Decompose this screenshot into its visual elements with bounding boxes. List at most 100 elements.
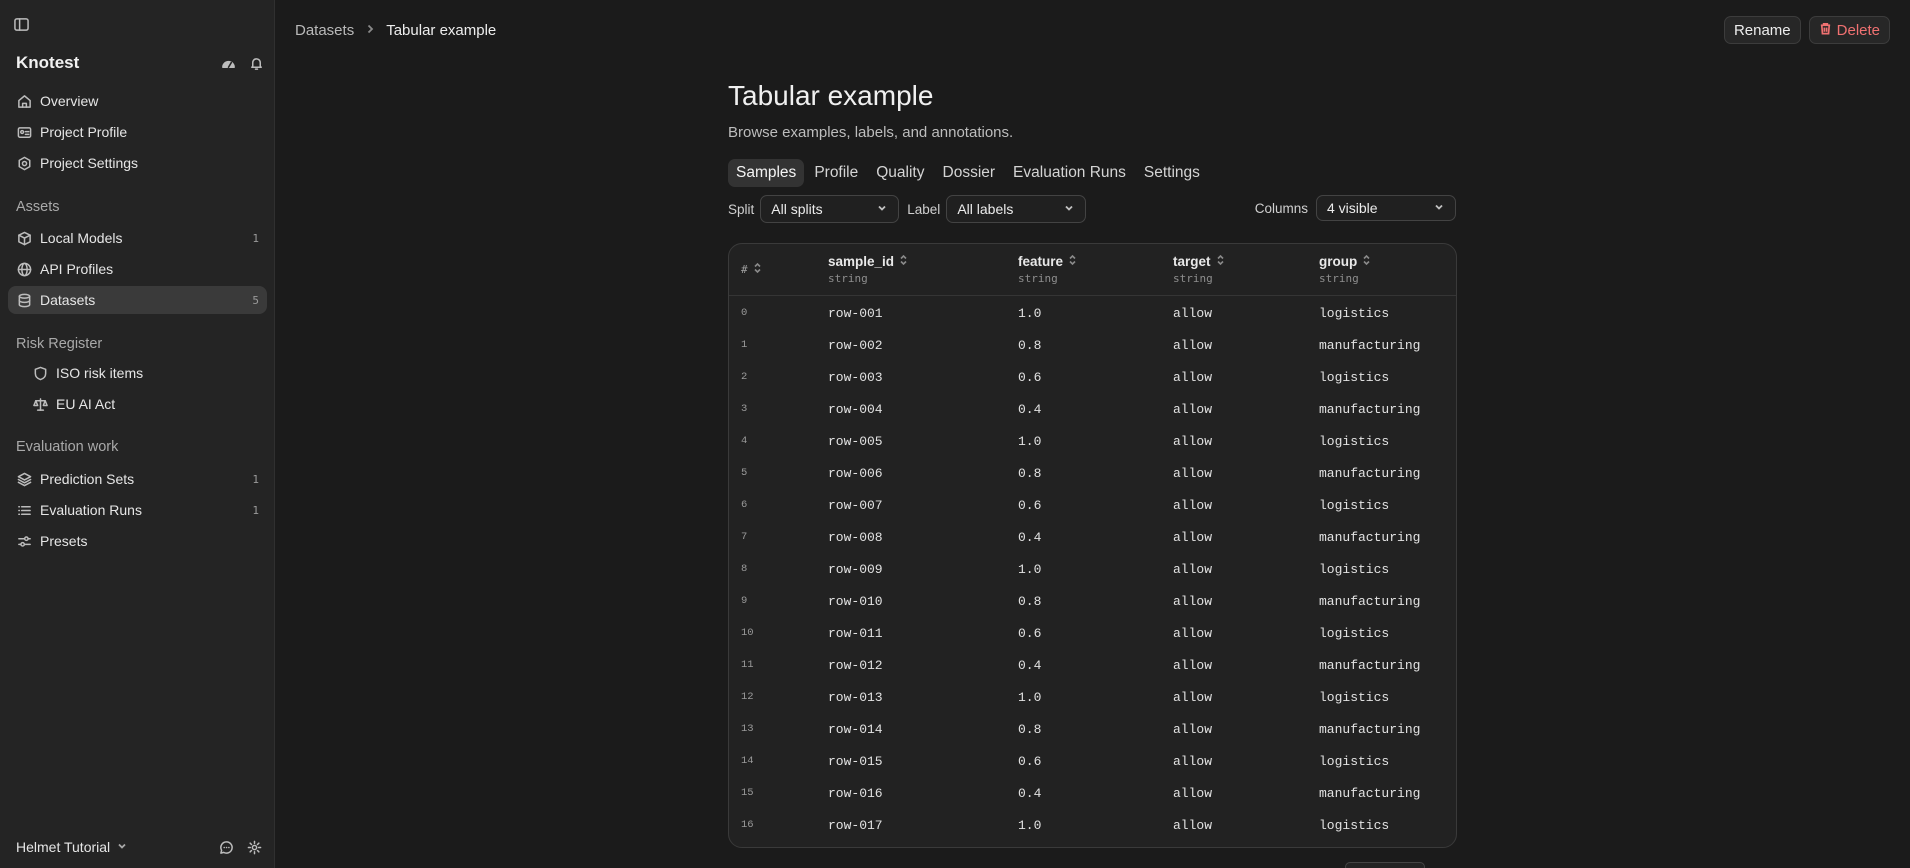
sidebar-item-overview[interactable]: Overview — [8, 87, 267, 115]
cell-group: logistics — [1319, 689, 1390, 705]
group-title-assets: Assets — [16, 199, 60, 215]
cell-group: logistics — [1319, 625, 1390, 641]
cell-sample-id: row-014 — [828, 721, 883, 737]
pagination-control[interactable] — [1345, 862, 1425, 868]
table-row[interactable]: 4 row-005 1.0 allow logistics — [729, 425, 1456, 457]
cell-group: logistics — [1319, 561, 1390, 577]
table-row[interactable]: 14 row-015 0.6 allow logistics — [729, 745, 1456, 777]
table-row[interactable]: 2 row-003 0.6 allow logistics — [729, 361, 1456, 393]
cell-group: logistics — [1319, 433, 1390, 449]
workspace-switcher[interactable]: Helmet Tutorial — [16, 839, 218, 855]
tab-profile[interactable]: Profile — [806, 159, 866, 187]
sidebar-item-project-profile[interactable]: Project Profile — [8, 118, 267, 146]
project-name: Knotest — [16, 53, 80, 72]
sidebar-item-evaluation-runs[interactable]: Evaluation Runs 1 — [8, 496, 267, 524]
sidebar-toggle-icon[interactable] — [13, 16, 29, 32]
cell-feature: 0.8 — [1018, 593, 1042, 609]
filter-bar: Split All splits Label All labels — [728, 195, 1087, 223]
cell-group: manufacturing — [1319, 785, 1421, 801]
tab-quality[interactable]: Quality — [868, 159, 932, 187]
table-row[interactable]: 12 row-013 1.0 allow logistics — [729, 681, 1456, 713]
column-header-index[interactable]: # — [741, 262, 762, 277]
column-type: string — [828, 272, 868, 285]
sidebar-item-eu-ai-act[interactable]: EU AI Act — [8, 390, 267, 418]
cell-feature: 0.8 — [1018, 465, 1042, 481]
scale-icon — [32, 396, 48, 412]
table-row[interactable]: 10 row-011 0.6 allow logistics — [729, 617, 1456, 649]
sort-icon — [1362, 254, 1371, 269]
table-row[interactable]: 7 row-008 0.4 allow manufacturing — [729, 521, 1456, 553]
column-name: group — [1319, 254, 1358, 269]
delete-button[interactable]: Delete — [1808, 16, 1890, 44]
chevron-down-icon — [876, 201, 888, 217]
sidebar-item-label: Project Settings — [40, 155, 139, 171]
column-header-group[interactable]: group string — [1319, 254, 1371, 285]
sidebar-item-presets[interactable]: Presets — [8, 527, 267, 555]
tab-settings[interactable]: Settings — [1136, 159, 1208, 187]
table-row[interactable]: 5 row-006 0.8 allow manufacturing — [729, 457, 1456, 489]
cell-target: allow — [1173, 721, 1213, 737]
column-type: string — [1018, 272, 1058, 285]
cell-target: allow — [1173, 401, 1213, 417]
table-row[interactable]: 13 row-014 0.8 allow manufacturing — [729, 713, 1456, 745]
count-badge: 1 — [252, 472, 259, 486]
rename-button[interactable]: Rename — [1723, 16, 1801, 44]
sidebar-item-datasets[interactable]: Datasets 5 — [8, 286, 267, 314]
table-row[interactable]: 11 row-012 0.4 allow manufacturing — [729, 649, 1456, 681]
table-row[interactable]: 6 row-007 0.6 allow logistics — [729, 489, 1456, 521]
tab-samples[interactable]: Samples — [728, 159, 805, 187]
dashboard-gauge-icon[interactable] — [220, 55, 236, 71]
cell-target: allow — [1173, 529, 1213, 545]
sidebar-item-local-models[interactable]: Local Models 1 — [8, 224, 267, 252]
cell-group: manufacturing — [1319, 337, 1421, 353]
table-row[interactable]: 9 row-010 0.8 allow manufacturing — [729, 585, 1456, 617]
split-select[interactable]: All splits — [760, 195, 900, 223]
cell-target: allow — [1173, 753, 1213, 769]
bell-icon[interactable] — [248, 55, 264, 71]
cell-feature: 0.8 — [1018, 337, 1042, 353]
trash-icon — [1819, 22, 1832, 39]
cell-sample-id: row-016 — [828, 785, 883, 801]
sidebar-item-api-profiles[interactable]: API Profiles — [8, 255, 267, 283]
gear-icon[interactable] — [246, 839, 262, 855]
sidebar-item-prediction-sets[interactable]: Prediction Sets 1 — [8, 465, 267, 493]
columns-select[interactable]: 4 visible — [1316, 195, 1456, 221]
cell-index: 7 — [741, 531, 748, 543]
cell-index: 2 — [741, 371, 748, 383]
column-name: target — [1173, 254, 1211, 269]
breadcrumb-current: Tabular example — [386, 22, 497, 39]
cell-feature: 1.0 — [1018, 305, 1042, 321]
table-row[interactable]: 15 row-016 0.4 allow manufacturing — [729, 777, 1456, 809]
sidebar-item-project-settings[interactable]: Project Settings — [8, 149, 267, 177]
cell-index: 1 — [741, 339, 748, 351]
sidebar-item-label: Overview — [40, 93, 99, 109]
cell-sample-id: row-008 — [828, 529, 883, 545]
column-header-target[interactable]: target string — [1173, 254, 1225, 285]
sidebar-footer: Helmet Tutorial — [16, 837, 262, 857]
table-row[interactable]: 1 row-002 0.8 allow manufacturing — [729, 329, 1456, 361]
chat-icon[interactable] — [218, 839, 234, 855]
cell-target: allow — [1173, 817, 1213, 833]
sidebar-item-iso-risk-items[interactable]: ISO risk items — [8, 359, 267, 387]
cell-index: 14 — [741, 755, 754, 767]
split-label: Split — [728, 201, 755, 217]
table-row[interactable]: 16 row-017 1.0 allow logistics — [729, 809, 1456, 841]
tab-evaluation-runs[interactable]: Evaluation Runs — [1005, 159, 1134, 187]
sort-icon — [1216, 254, 1225, 269]
table-row[interactable]: 0 row-001 1.0 allow logistics — [729, 297, 1456, 329]
cell-feature: 0.6 — [1018, 497, 1042, 513]
column-header-sample-id[interactable]: sample_id string — [828, 254, 908, 285]
cell-feature: 0.4 — [1018, 657, 1042, 673]
breadcrumb-datasets[interactable]: Datasets — [295, 22, 354, 39]
cell-target: allow — [1173, 497, 1213, 513]
sidebar-item-label: Evaluation Runs — [40, 502, 142, 518]
layers-icon — [16, 471, 32, 487]
sidebar-item-label: ISO risk items — [56, 365, 144, 381]
table-row[interactable]: 3 row-004 0.4 allow manufacturing — [729, 393, 1456, 425]
cell-target: allow — [1173, 433, 1213, 449]
label-select[interactable]: All labels — [946, 195, 1087, 223]
cell-feature: 1.0 — [1018, 689, 1042, 705]
column-header-feature[interactable]: feature string — [1018, 254, 1077, 285]
tab-dossier[interactable]: Dossier — [935, 159, 1004, 187]
table-row[interactable]: 8 row-009 1.0 allow logistics — [729, 553, 1456, 585]
